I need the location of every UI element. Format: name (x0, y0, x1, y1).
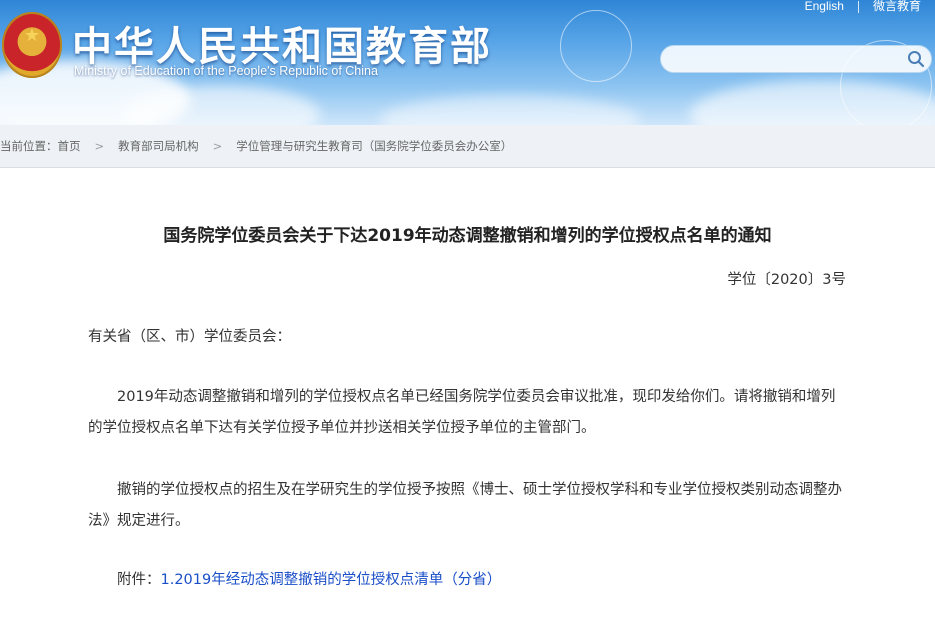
search-box[interactable] (660, 45, 932, 74)
breadcrumb-degree-office[interactable]: 学位管理与研究生教育司（国务院学位委员会办公室） (236, 139, 512, 153)
body-paragraph: 撤销的学位授权点的招生及在学研究生的学位授予按照《博士、硕士学位授权学科和专业学… (88, 482, 842, 529)
attachment-label: 附件： (117, 572, 161, 588)
breadcrumb-separator: > (212, 139, 223, 153)
national-emblem-icon[interactable]: ★ (2, 12, 62, 78)
attachment-line: 附件：1.2019年经动态调整撤销的学位授权点清单（分省） (88, 565, 848, 596)
link-divider (857, 0, 859, 13)
search-input[interactable] (673, 46, 902, 74)
breadcrumb-label: 当前位置： (0, 139, 58, 153)
breadcrumb: 当前位置：首页 > 教育部司局机构 > 学位管理与研究生教育司（国务院学位委员会办公室） (0, 125, 935, 168)
breadcrumb-departments[interactable]: 教育部司局机构 (118, 139, 199, 153)
breadcrumb-home[interactable]: 首页 (58, 139, 81, 153)
weibo-link[interactable]: 微言教育 (873, 0, 921, 13)
breadcrumb-separator: > (94, 139, 105, 153)
body-paragraph: 2019年动态调整撤销和增列的学位授权点名单已经国务院学位委员会审议批准，现印发… (88, 389, 836, 436)
cloud-decoration (380, 95, 640, 125)
search-icon[interactable] (907, 50, 925, 68)
salutation: 有关省（区、市）学位委员会： (88, 329, 291, 345)
english-link[interactable]: English (805, 0, 844, 13)
top-links: English 微言教育 (805, 0, 921, 14)
article-title: 国务院学位委员会关于下达2019年动态调整撤销和增列的学位授权点名单的通知 (163, 226, 772, 246)
site-header: ★ 中华人民共和国教育部 Ministry of Education of th… (0, 0, 935, 125)
document-number: 学位〔2020〕3号 (727, 272, 846, 288)
dandelion-decoration (560, 10, 632, 82)
site-title-en[interactable]: Ministry of Education of the People's Re… (74, 64, 378, 78)
attachment-link[interactable]: 1.2019年经动态调整撤销的学位授权点清单（分省） (161, 572, 502, 588)
